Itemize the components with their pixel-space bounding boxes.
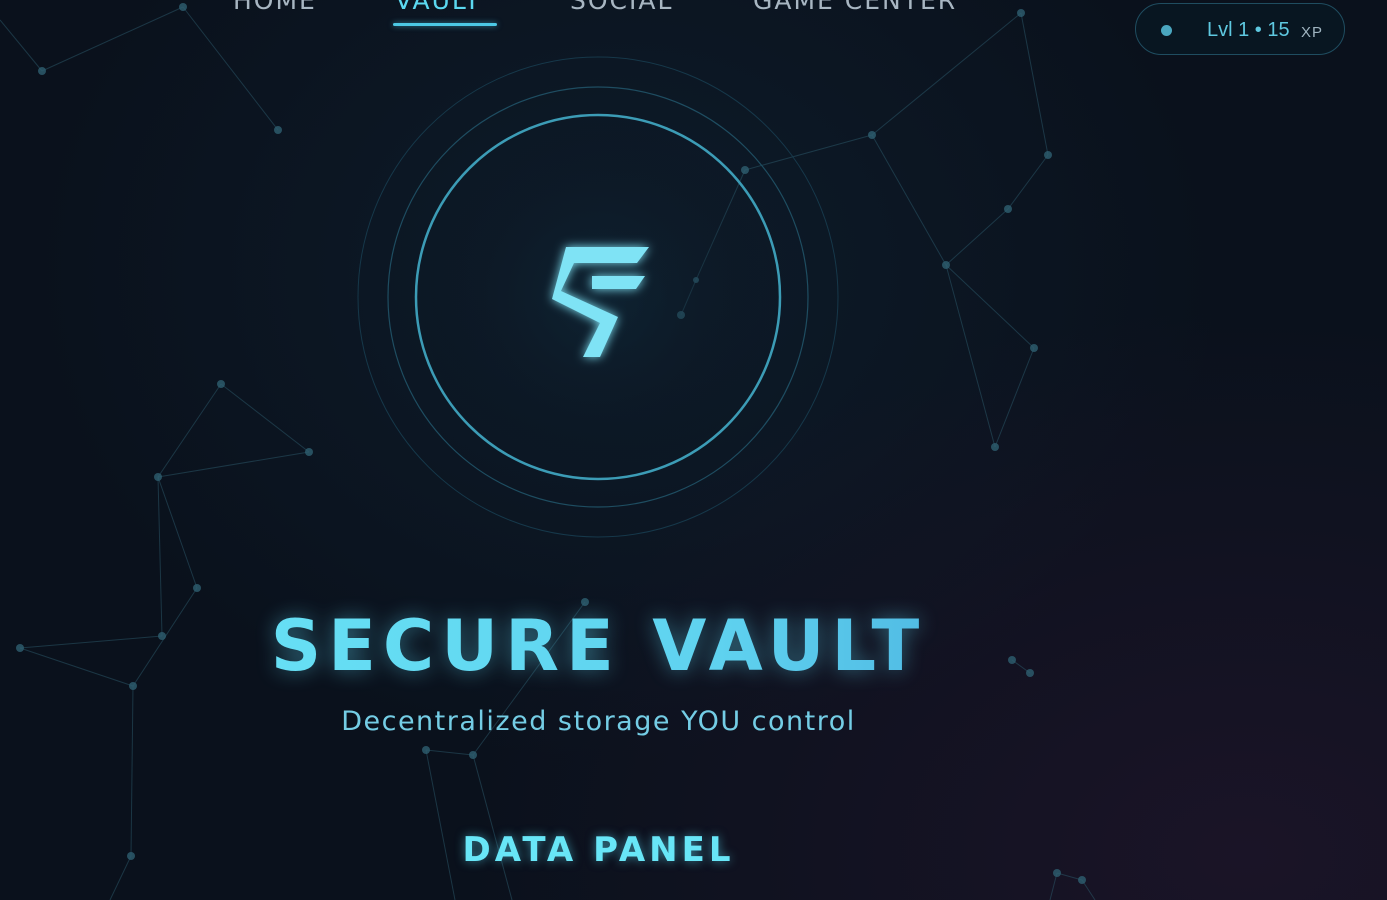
nav-item-game-center[interactable]: GAME CENTER [753,0,957,15]
data-panel-heading: DATA PANEL [462,830,735,870]
nav-item-social[interactable]: SOCIAL [570,0,673,15]
nav-active-underline [393,23,497,26]
xp-level-badge[interactable]: Lvl 1 • 15 XP [1135,3,1345,55]
vault-rings [357,56,839,538]
vault-logo [356,55,840,539]
status-dot-icon [1161,25,1172,36]
xp-level-text: Lvl 1 • 15 [1207,19,1290,41]
page-subtitle: Decentralized storage YOU control [341,706,856,737]
xp-unit-label: XP [1301,24,1324,41]
page-title: SECURE VAULT [0,605,1197,687]
nav-item-vault[interactable]: VAULT [395,0,482,15]
nav-item-home[interactable]: HOME [233,0,317,15]
